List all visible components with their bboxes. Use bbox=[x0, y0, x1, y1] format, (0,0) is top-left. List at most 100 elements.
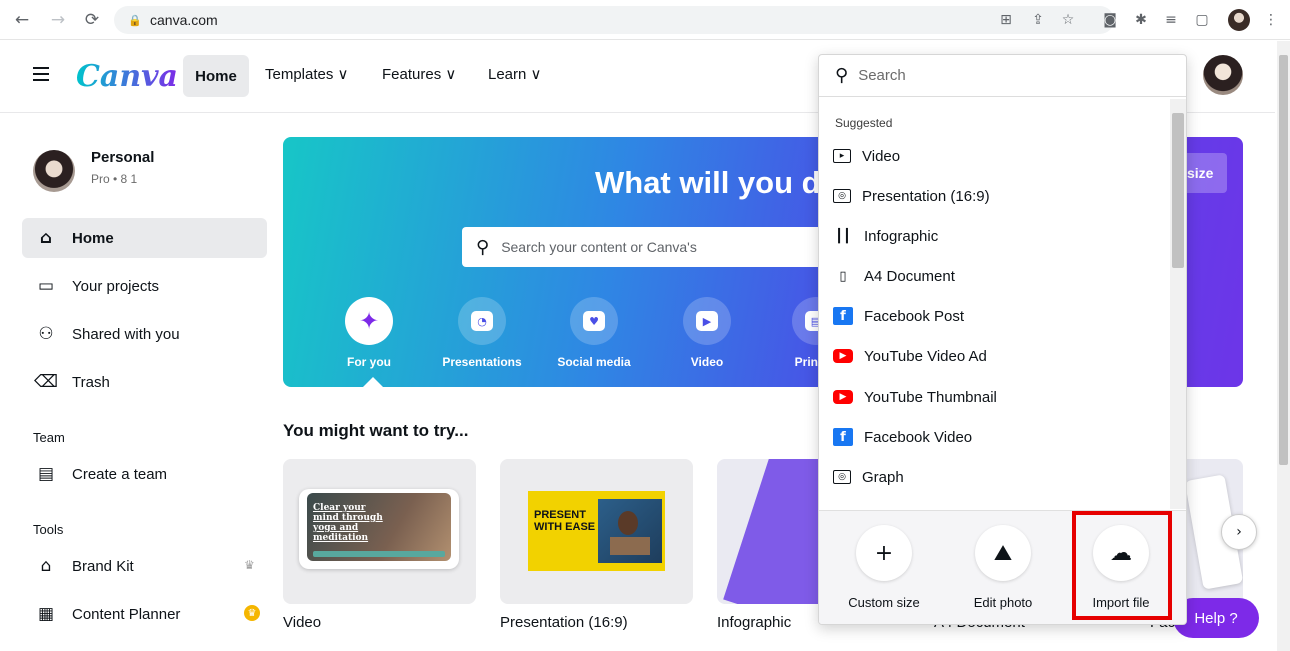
template-card-video[interactable]: Clear your mind through yoga and meditat… bbox=[283, 459, 476, 604]
banner-search-placeholder: Search your content or Canva's bbox=[501, 239, 697, 255]
suggestion-label: YouTube Video Ad bbox=[864, 347, 987, 365]
forward-arrow-icon[interactable]: → bbox=[46, 8, 70, 32]
suggestion-label: YouTube Thumbnail bbox=[864, 388, 997, 406]
nav-learn[interactable]: Learn ∨ bbox=[488, 65, 542, 83]
card-label-presentation[interactable]: Presentation (16:9) bbox=[500, 614, 628, 631]
category-for-you[interactable]: ✦ For you bbox=[319, 297, 419, 369]
account-name[interactable]: Personal bbox=[91, 149, 154, 166]
dropdown-scrollbar-thumb[interactable] bbox=[1172, 113, 1184, 268]
sidebar-item-label: Shared with you bbox=[72, 325, 180, 343]
side-panel-icon[interactable]: ▢ bbox=[1191, 9, 1213, 31]
selected-category-indicator bbox=[363, 377, 383, 387]
import-file-highlight-box bbox=[1072, 511, 1172, 620]
custom-size-action[interactable]: + Custom size bbox=[829, 525, 939, 610]
canva-logo[interactable]: Canva bbox=[76, 59, 178, 94]
suggestion-graph[interactable]: ◎ Graph bbox=[833, 462, 1163, 492]
presentation-icon: ◎ bbox=[833, 189, 851, 203]
suggestion-facebook-post[interactable]: f Facebook Post bbox=[833, 301, 1163, 331]
sparkle-icon: ✦ bbox=[345, 297, 393, 345]
youtube-icon: ▶ bbox=[833, 349, 853, 363]
suggestion-label: A4 Document bbox=[864, 267, 955, 285]
suggestion-youtube-video-ad[interactable]: ▶ YouTube Video Ad bbox=[833, 341, 1163, 371]
suggestion-infographic[interactable]: ┃┃ Infographic bbox=[833, 221, 1163, 251]
home-icon: ⌂ bbox=[39, 228, 53, 248]
extensions-icon[interactable]: ✱ bbox=[1130, 9, 1152, 31]
back-arrow-icon[interactable]: ← bbox=[10, 8, 34, 32]
search-icon: ⚲ bbox=[476, 236, 490, 258]
dropdown-search-input[interactable]: ⚲ Search bbox=[819, 55, 1186, 97]
suggestion-label: Graph bbox=[862, 468, 904, 486]
laptop-figure bbox=[610, 537, 650, 555]
suggestion-facebook-video[interactable]: f Facebook Video bbox=[833, 422, 1163, 452]
custom-size-button[interactable]: size bbox=[1183, 153, 1227, 193]
suggestion-video[interactable]: ▸ Video bbox=[833, 141, 1163, 171]
address-bar[interactable]: 🔒 canva.com bbox=[114, 6, 1114, 34]
category-video[interactable]: ▶ Video bbox=[657, 297, 757, 369]
page-scrollbar-thumb[interactable] bbox=[1279, 55, 1288, 465]
suggestion-youtube-thumbnail[interactable]: ▶ YouTube Thumbnail bbox=[833, 382, 1163, 412]
camera-icon[interactable]: ◙ bbox=[1099, 9, 1121, 31]
presentation-icon: ◔ bbox=[458, 297, 506, 345]
category-presentations[interactable]: ◔ Presentations bbox=[432, 297, 532, 369]
lock-icon: 🔒 bbox=[128, 13, 142, 27]
card-label-infographic[interactable]: Infographic bbox=[717, 614, 791, 631]
nav-home[interactable]: Home bbox=[183, 55, 249, 97]
nav-templates[interactable]: Templates ∨ bbox=[265, 65, 349, 83]
browser-toolbar: ← → ⟳ 🔒 canva.com ⊞ ⇪ ☆ ◙ ✱ ≡ ▢ ⋮ bbox=[0, 0, 1290, 40]
category-label: Presentations bbox=[442, 355, 522, 369]
video-card-frame: Clear your mind through yoga and meditat… bbox=[299, 489, 459, 569]
nav-features[interactable]: Features ∨ bbox=[382, 65, 456, 83]
presentation-card-text: PRESENT WITH EASE bbox=[534, 509, 596, 533]
browser-menu-icon[interactable]: ⋮ bbox=[1260, 9, 1282, 31]
tools-section-title: Tools bbox=[33, 522, 64, 537]
sidebar-item-shared[interactable]: ⚇ Shared with you bbox=[22, 314, 267, 354]
category-social-media[interactable]: ♥ Social media bbox=[544, 297, 644, 369]
video-icon: ▶ bbox=[683, 297, 731, 345]
suggestion-presentation[interactable]: ◎ Presentation (16:9) bbox=[833, 181, 1163, 211]
translate-icon[interactable]: ⊞ bbox=[995, 9, 1017, 31]
video-card-bar bbox=[313, 551, 445, 557]
reading-list-icon[interactable]: ≡ bbox=[1160, 9, 1182, 31]
browser-profile-avatar[interactable] bbox=[1228, 9, 1250, 31]
sidebar-item-trash[interactable]: ⌫ Trash bbox=[22, 362, 267, 402]
crown-icon: ♛ bbox=[244, 558, 255, 572]
suggestion-label: Presentation (16:9) bbox=[862, 187, 990, 205]
template-card-presentation[interactable]: PRESENT WITH EASE bbox=[500, 459, 693, 604]
shared-users-icon: ⚇ bbox=[38, 324, 54, 344]
sidebar-item-label: Content Planner bbox=[72, 605, 181, 623]
section-title: You might want to try... bbox=[283, 421, 469, 440]
sidebar-item-content-planner[interactable]: ▦ Content Planner ♛ bbox=[22, 594, 267, 634]
share-icon[interactable]: ⇪ bbox=[1027, 9, 1049, 31]
user-avatar[interactable] bbox=[1203, 55, 1243, 95]
card-label-video[interactable]: Video bbox=[283, 614, 321, 631]
person-figure bbox=[618, 511, 638, 535]
action-label: Edit photo bbox=[973, 595, 1033, 610]
sidebar-item-create-team[interactable]: ▤ Create a team bbox=[22, 454, 267, 494]
video-card-text: Clear your mind through yoga and meditat… bbox=[313, 503, 383, 543]
suggested-heading: Suggested bbox=[835, 116, 893, 130]
sidebar: Personal Pro • 8 1 ⌂ Home ▭ Your project… bbox=[0, 114, 275, 651]
suggestion-a4-document[interactable]: ▯ A4 Document bbox=[833, 261, 1163, 291]
sidebar-item-your-projects[interactable]: ▭ Your projects bbox=[22, 266, 267, 306]
suggestion-label: Facebook Post bbox=[864, 307, 965, 325]
pro-crown-badge: ♛ bbox=[244, 605, 260, 621]
account-avatar[interactable] bbox=[33, 150, 75, 192]
bookmark-star-icon[interactable]: ☆ bbox=[1057, 9, 1079, 31]
edit-photo-icon: ⛰ bbox=[975, 525, 1031, 581]
dropdown-search-placeholder: Search bbox=[858, 67, 906, 84]
infographic-icon: ┃┃ bbox=[835, 228, 851, 244]
team-section-title: Team bbox=[33, 430, 65, 445]
sidebar-item-brand-kit[interactable]: ⌂ Brand Kit ♛ bbox=[22, 546, 267, 586]
category-label: Social media bbox=[557, 355, 631, 369]
suggestion-label: Infographic bbox=[864, 227, 939, 245]
facebook-icon: f bbox=[833, 428, 853, 446]
hamburger-menu-icon[interactable] bbox=[33, 67, 49, 81]
carousel-next-icon[interactable]: › bbox=[1221, 514, 1257, 550]
trash-icon: ⌫ bbox=[33, 372, 59, 392]
suggestion-label: Video bbox=[862, 147, 901, 165]
presentation-icon: ◎ bbox=[833, 470, 851, 484]
edit-photo-action[interactable]: ⛰ Edit photo bbox=[948, 525, 1058, 610]
sidebar-item-home[interactable]: ⌂ Home bbox=[22, 218, 267, 258]
heart-icon: ♥ bbox=[570, 297, 618, 345]
reload-icon[interactable]: ⟳ bbox=[80, 8, 104, 32]
